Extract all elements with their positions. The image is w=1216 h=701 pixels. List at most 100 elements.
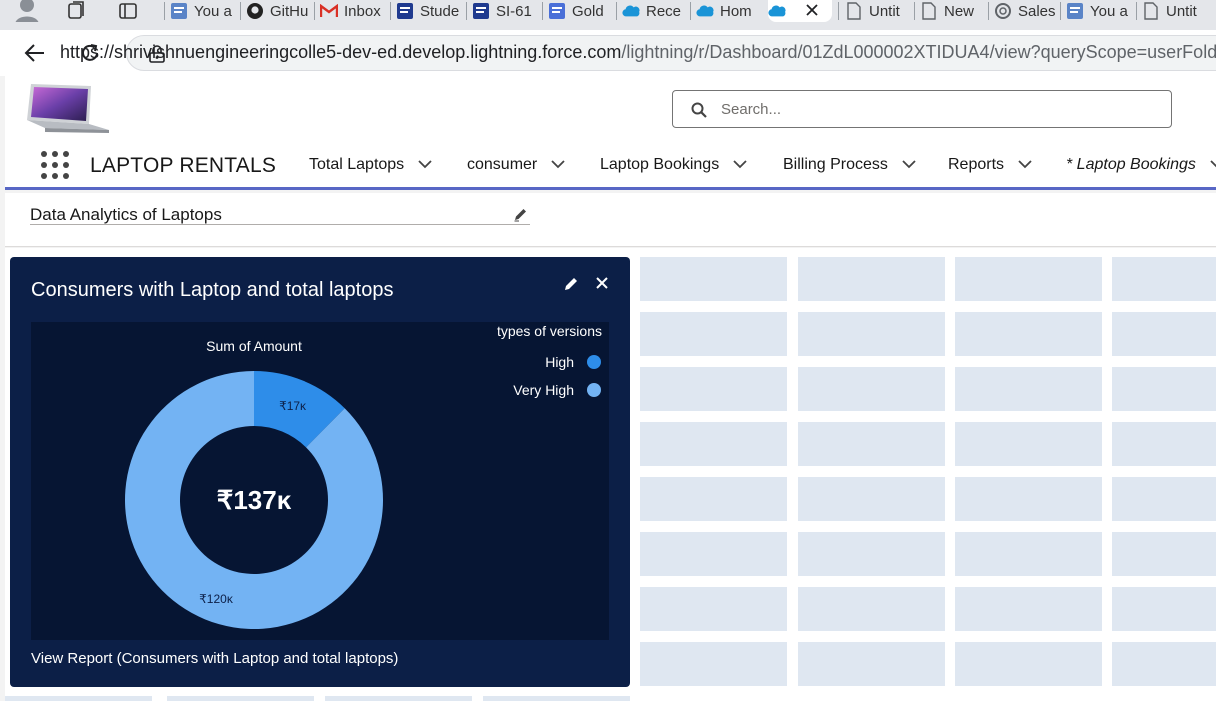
tab-actions-button[interactable] — [118, 0, 142, 22]
laptop-logo[interactable] — [25, 82, 111, 134]
browser-tab[interactable]: GitHu — [246, 0, 314, 22]
chevron-down-icon[interactable] — [733, 156, 747, 174]
tab-separator — [1136, 2, 1137, 20]
placeholder-tile — [955, 257, 1102, 301]
title-underline — [30, 224, 530, 225]
widget-edit-pencil-icon[interactable] — [563, 276, 579, 292]
browser-tab[interactable]: SI-61 — [472, 0, 540, 22]
browser-tab[interactable]: Inbox — [320, 0, 388, 22]
browser-tab-label: Inbox — [344, 2, 381, 20]
browser-tab[interactable]: Sales — [994, 0, 1062, 22]
browser-tab[interactable]: Hom — [696, 0, 764, 22]
nav-item[interactable]: consumer — [467, 156, 565, 174]
chart-title: Sum of Amount — [206, 338, 302, 354]
page-icon — [845, 2, 863, 20]
placeholder-tile — [955, 312, 1102, 356]
placeholder-tile — [5, 696, 152, 701]
browser-tab[interactable] — [768, 0, 832, 22]
donut-chart: ₹17ĸ ₹120ĸ ₹137ĸ Sum of Amount types of vers… — [124, 323, 602, 629]
dashboard-widget[interactable]: Consumers with Laptop and total laptops … — [10, 257, 630, 687]
browser-tab[interactable]: You a — [170, 0, 238, 22]
tab-separator — [466, 2, 467, 20]
placeholder-tile — [640, 587, 787, 631]
donut-center-total: ₹137ĸ — [217, 485, 292, 515]
collections-icon — [68, 1, 84, 19]
donut-chart-area: ₹17ĸ ₹120ĸ ₹137ĸ Sum of Amount types of vers… — [31, 322, 609, 640]
gmail-icon — [320, 2, 338, 20]
slice-value-label: ₹17ĸ — [279, 399, 307, 413]
placeholder-tile — [798, 532, 945, 576]
browser-tab[interactable]: You a — [1066, 0, 1134, 22]
profile-icon — [15, 0, 39, 22]
nav-item[interactable]: * Laptop Bookings — [1066, 156, 1216, 174]
chevron-down-icon[interactable] — [418, 156, 432, 174]
placeholder-tile — [640, 422, 787, 466]
nav-item[interactable]: Laptop Bookings — [600, 156, 747, 174]
browser-tab[interactable]: Gold — [548, 0, 616, 22]
nav-item[interactable]: Total Laptops — [309, 156, 432, 174]
placeholder-tile — [640, 257, 787, 301]
nav-item[interactable]: Reports — [948, 156, 1032, 174]
widget-close-icon[interactable] — [595, 276, 609, 290]
nav-item-label: Total Laptops — [309, 156, 405, 173]
dashboard-title-bar: Data Analytics of Laptops — [5, 193, 1216, 247]
url-text: https://shrivishnuengineeringcolle5-dev-… — [60, 42, 1216, 63]
placeholder-tile — [955, 642, 1102, 686]
tab-separator — [542, 2, 543, 20]
browser-tab[interactable]: Stude — [396, 0, 464, 22]
address-bar-row: https://shrivishnuengineeringcolle5-dev-… — [0, 30, 1216, 76]
browser-tab-label: Sales — [1018, 2, 1056, 20]
tab-separator — [690, 2, 691, 20]
chevron-down-icon[interactable] — [551, 156, 565, 174]
dashboard-title: Data Analytics of Laptops — [30, 205, 222, 224]
salesforce-cloud-icon — [768, 2, 786, 20]
app-name: LAPTOP RENTALS — [90, 154, 277, 177]
legend-entry-label[interactable]: High — [545, 354, 574, 370]
global-search-input[interactable]: Search... — [672, 90, 1172, 128]
github-icon — [246, 2, 264, 20]
widget-title: Consumers with Laptop and total laptops — [31, 279, 394, 301]
profile-avatar[interactable] — [14, 0, 42, 22]
back-button[interactable] — [20, 38, 50, 68]
close-tab-icon[interactable] — [806, 3, 818, 20]
collections-button[interactable] — [66, 0, 90, 22]
placeholder-tile — [1112, 532, 1216, 576]
salesforce-cloud-icon — [622, 2, 640, 20]
app-launcher-button[interactable] — [40, 150, 70, 180]
browser-tab[interactable]: Untit — [1142, 0, 1210, 22]
chevron-down-icon[interactable] — [902, 156, 916, 174]
placeholder-tile — [640, 532, 787, 576]
legend-entry-label[interactable]: Very High — [513, 382, 574, 398]
placeholder-tile — [798, 312, 945, 356]
tab-separator — [838, 2, 839, 20]
chevron-down-icon[interactable] — [1018, 156, 1032, 174]
tab-actions-icon — [119, 3, 137, 19]
placeholder-tile — [1112, 477, 1216, 521]
browser-tab[interactable]: Untit — [845, 0, 913, 22]
sheet-s-icon — [1066, 2, 1084, 20]
chevron-down-icon[interactable] — [1210, 156, 1216, 174]
app-launcher-icon — [41, 151, 69, 179]
chart-doc-icon — [396, 2, 414, 20]
placeholder-tile — [640, 312, 787, 356]
browser-tab-label: SI-61 — [496, 2, 532, 20]
nav-item-label: * Laptop Bookings — [1066, 156, 1196, 173]
browser-tab[interactable]: New — [920, 0, 988, 22]
browser-tab-label: Stude — [420, 2, 460, 20]
nav-item[interactable]: Billing Process — [783, 156, 916, 174]
page-icon — [1142, 2, 1160, 20]
search-placeholder: Search... — [721, 101, 782, 118]
browser-tab-label: Rece — [646, 2, 682, 20]
sheet-s-icon — [170, 2, 188, 20]
placeholder-tile — [798, 257, 945, 301]
edit-title-pencil-icon[interactable] — [513, 207, 528, 222]
browser-tab-label: New — [944, 2, 975, 20]
url-path: /lightning/r/Dashboard/01ZdL000002XTIDUA… — [621, 42, 1216, 62]
browser-tab[interactable]: Rece — [622, 0, 690, 22]
browser-tab-label: Hom — [720, 2, 752, 20]
url-host: https://shrivishnuengineeringcolle5-dev-… — [60, 42, 622, 62]
browser-tab-strip: You a GitHu Inbox Stude SI-61 Gold Rece Hom Unti… — [0, 0, 1216, 30]
view-report-link[interactable]: View Report (Consumers with Laptop and t… — [31, 650, 398, 667]
tab-separator — [240, 2, 241, 20]
placeholder-tile — [483, 696, 630, 701]
